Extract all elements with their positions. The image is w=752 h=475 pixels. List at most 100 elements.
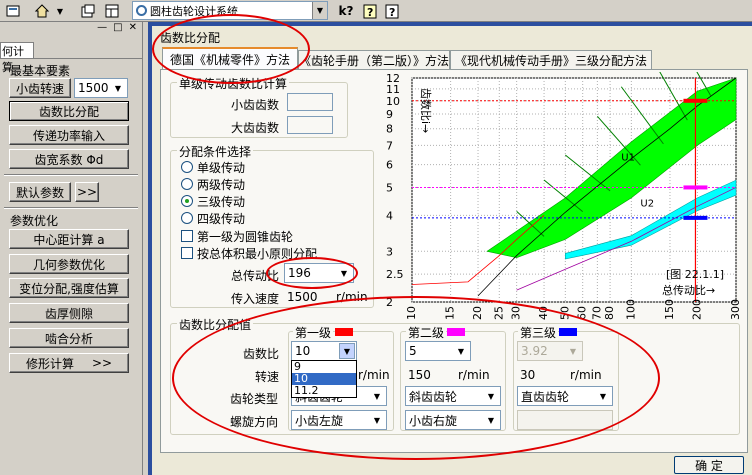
help-pointer-icon[interactable]: k? [336, 2, 356, 20]
chevron-down-icon: ▼ [487, 391, 495, 401]
stage1-ratio-dropdown[interactable]: 9 10 11.2 [291, 360, 357, 398]
chevron-down-icon: ▼ [340, 268, 348, 278]
stage1-label: 第一级 [293, 324, 334, 341]
system-combo[interactable]: 圆柱齿轮设计系统 ▼ [132, 1, 328, 20]
divider [4, 174, 138, 176]
modification-button[interactable]: 修形计算 >> [9, 353, 129, 373]
min-volume-label: 按总体积最小原则分配 [197, 247, 318, 261]
total-ratio-label: 总传动比 [231, 269, 280, 283]
chevron-down-icon: ▼ [569, 346, 577, 356]
stage2-helix-select[interactable]: 小齿右旋 ▼ [405, 410, 501, 430]
width-coef-button[interactable]: 齿宽系数 Φd [9, 149, 129, 169]
stage1-ratio-select[interactable]: 10 ▼ [291, 341, 357, 361]
gear-ratio-button[interactable]: 齿数比分配 [9, 101, 129, 121]
chevron-down-icon: ▼ [114, 83, 122, 93]
min-volume-checkbox[interactable] [181, 247, 193, 259]
chevron-down-icon: ▼ [339, 343, 355, 359]
radio-three-stage[interactable] [181, 195, 193, 207]
speed-row-label: 转速 [255, 370, 280, 384]
close-icon[interactable]: ✕ [129, 22, 137, 34]
radio-single-stage-label: 单级传动 [197, 161, 246, 175]
conditions-title: 分配条件选择 [177, 143, 254, 160]
helix-row-label: 螺旋方向 [230, 415, 279, 429]
home-icon[interactable] [31, 2, 53, 20]
stage2-type-select[interactable]: 斜齿齿轮 ▼ [405, 386, 501, 406]
single-stage-title: 单级传动齿数比计算 [177, 75, 290, 92]
modification-more: >> [91, 356, 113, 370]
chevron-down-icon: ▼ [599, 391, 607, 401]
default-params-button[interactable]: 默认参数 [9, 182, 71, 202]
stage2-speed-value: 150 [408, 368, 431, 382]
thickness-backlash-button[interactable]: 齿厚侧隙 [9, 303, 129, 323]
home-dropdown-icon[interactable]: ▼ [54, 2, 66, 20]
radio-single-stage[interactable] [181, 161, 193, 173]
stage1-helix-select[interactable]: 小齿左旋 ▼ [291, 410, 387, 430]
stage2-helix-value: 小齿右旋 [409, 413, 458, 428]
settings-icon[interactable] [3, 2, 23, 20]
input-speed-label: 传入速度 [231, 292, 280, 306]
stage3-speed-value: 30 [520, 368, 536, 382]
mesh-analysis-button[interactable]: 啮合分析 [9, 328, 129, 348]
dropdown-option-11-2[interactable]: 11.2 [292, 385, 356, 397]
power-input-button[interactable]: 传递功率输入 [9, 125, 129, 145]
geometry-optimize-button[interactable]: 几何参数优化 [9, 254, 129, 274]
center-distance-button[interactable]: 中心距计算 a [9, 229, 129, 249]
pinion-speed-button[interactable]: 小齿转速 [9, 78, 71, 98]
radio-three-stage-label: 三级传动 [197, 195, 246, 209]
tab-gear-handbook[interactable]: 《齿轮手册（第二版）》方法 [298, 50, 450, 69]
tab-geometry-calc[interactable]: 何计算 [0, 42, 34, 74]
total-ratio-value: 196 [288, 266, 311, 280]
ratio-row-label: 齿数比 [243, 347, 280, 361]
x-tick-label: 80 [603, 306, 616, 320]
stage1-color-swatch [335, 328, 353, 336]
pinion-speed-select[interactable]: 1500 ▼ [74, 78, 128, 98]
x-tick-label: 150 [663, 299, 676, 320]
system-combo-text: 圆柱齿轮设计系统 [150, 4, 238, 18]
default-params-more-button[interactable]: >> [75, 182, 99, 202]
x-tick-label: 15 [444, 306, 457, 320]
tab-divider [0, 58, 143, 59]
stage2-marker [683, 185, 708, 190]
opt-section-label: 参数优化 [10, 214, 59, 228]
maximize-icon[interactable]: □ [113, 22, 122, 34]
radio-two-stage[interactable] [181, 178, 193, 190]
stage3-marker [683, 215, 708, 220]
help-icon[interactable]: ? [360, 2, 380, 20]
ok-button[interactable]: 确 定 [674, 456, 744, 474]
stage1-marker [683, 98, 708, 103]
x-tick-label: 60 [576, 306, 589, 320]
bevel-first-label: 第一级为圆锥齿轮 [197, 230, 294, 244]
stage3-ratio-select: 3.92 ▼ [517, 341, 583, 361]
tab-modern-handbook[interactable]: 《现代机械传动手册》三级分配方法 [450, 50, 652, 69]
values-title: 齿数比分配值 [177, 316, 254, 333]
minimize-icon[interactable]: — [97, 22, 107, 34]
about-icon[interactable]: ? [382, 2, 402, 20]
x-tick-label: 40 [537, 306, 550, 320]
stage2-ratio-select[interactable]: 5 ▼ [405, 341, 471, 361]
divider [4, 207, 138, 209]
tile-windows-icon[interactable] [102, 2, 122, 20]
new-window-icon[interactable] [78, 2, 98, 20]
gear-teeth-field [287, 116, 333, 134]
shift-strength-button[interactable]: 变位分配,强度估算 [9, 278, 129, 298]
bevel-first-checkbox[interactable] [181, 230, 193, 242]
stage3-label: 第三级 [518, 324, 559, 341]
radio-four-stage[interactable] [181, 212, 193, 224]
input-speed-value: 1500 [287, 290, 318, 304]
total-ratio-select[interactable]: 196 ▼ [284, 263, 354, 283]
x-axis-label: 总传动比→ [662, 283, 715, 297]
x-tick-label: 30 [510, 306, 523, 320]
stage2-color-swatch [447, 328, 465, 336]
stage2-label: 第二级 [406, 324, 447, 341]
gear-ratio-chart: 10 15 20 25 30 40 50 60 70 80 100 150 200 300 2 2.5 3 4 5 6… [386, 72, 742, 320]
stage3-type-select[interactable]: 直齿齿轮 ▼ [517, 386, 613, 406]
x-tick-label: 70 [590, 306, 603, 320]
chevron-down-icon: ▼ [487, 415, 495, 425]
radio-two-stage-label: 两级传动 [197, 178, 246, 192]
input-speed-unit: r/min [336, 290, 368, 304]
stage3-speed-unit: r/min [570, 368, 602, 382]
stage3-color-swatch [559, 328, 577, 336]
y-tick-label: 4 [386, 209, 393, 222]
chevron-down-icon: ▼ [373, 391, 381, 401]
tab-german-method[interactable]: 德国《机械零件》方法 [162, 47, 298, 70]
